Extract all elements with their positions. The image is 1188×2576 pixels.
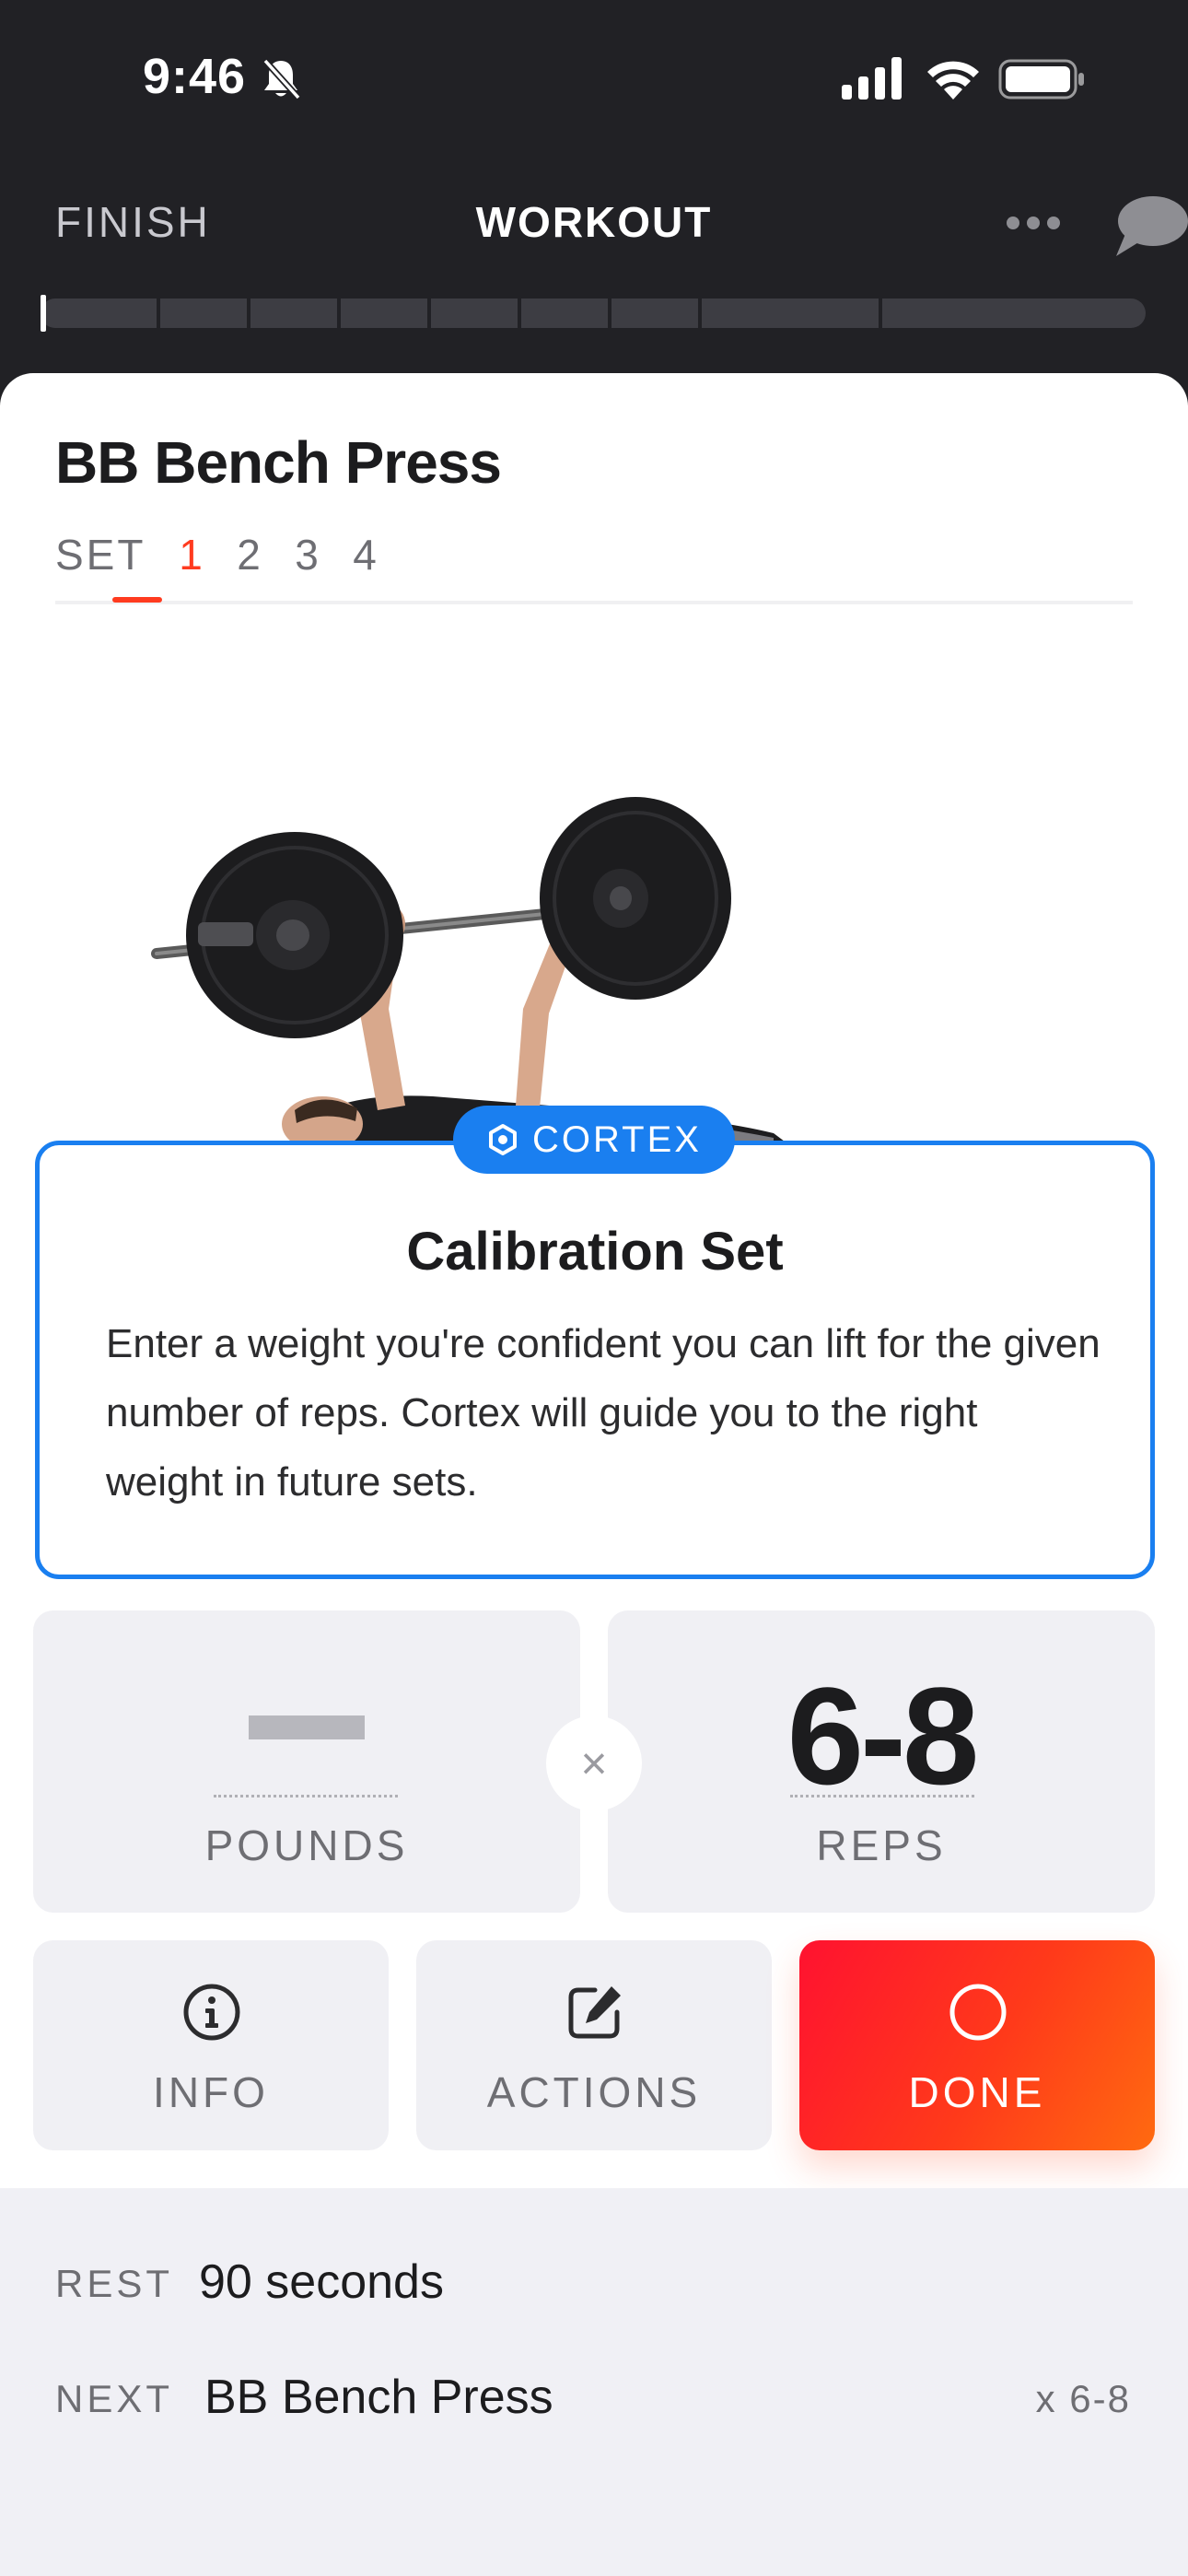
reps-input[interactable]: 6-8 REPS [608,1610,1155,1913]
actions-button-label: ACTIONS [486,2068,702,2116]
workout-progress-bar [41,299,1146,328]
set-tab-1[interactable]: 1 [168,530,214,580]
progress-divider [427,299,431,328]
calibration-set-panel: Calibration Set Enter a weight you're co… [35,1141,1155,1579]
bell-slash-icon [262,58,301,100]
progress-divider [247,299,250,328]
battery-icon [998,59,1084,100]
info-button-label: INFO [153,2068,269,2116]
times-icon: × [546,1715,642,1811]
reps-value: 6-8 [786,1658,980,1813]
exercise-title: BB Bench Press [55,429,502,496]
chat-icon[interactable] [1112,193,1188,258]
exercise-illustration [151,797,792,1147]
calibration-title: Calibration Set [406,1222,784,1282]
info-icon [183,1984,240,2041]
next-key: NEXT [55,2377,174,2420]
next-reps: x 6-8 [1035,2377,1131,2420]
info-button[interactable]: INFO [33,1940,389,2150]
header: 9:46 FINISH WORKOUT [0,0,1188,405]
done-button-label: DONE [908,2068,1046,2116]
progress-cursor [41,295,46,332]
cortex-badge-label: CORTEX [532,1118,702,1160]
circle-icon [949,1984,1007,2041]
rest-key: REST [55,2262,174,2305]
footer: REST 90 seconds NEXT BB Bench Press x 6-… [0,2188,1188,2576]
status-bar: 9:46 [0,0,1188,162]
rest-value: 90 seconds [199,2255,444,2309]
set-tab-2[interactable]: 2 [226,530,272,580]
pounds-input[interactable]: POUNDS [33,1610,580,1913]
status-time: 9:46 [143,49,247,104]
signal-icon [842,57,902,100]
wifi-icon [927,61,979,100]
progress-divider [157,299,160,328]
set-divider [55,601,1133,604]
pounds-underline [214,1795,398,1797]
set-tab-4[interactable]: 4 [342,530,388,580]
progress-divider [337,299,341,328]
reps-label: REPS [816,1821,947,1869]
cortex-hexagon-icon [489,1124,518,1155]
done-button[interactable]: DONE [799,1940,1155,2150]
pounds-label: POUNDS [204,1821,409,1869]
progress-divider [698,299,702,328]
calibration-description: Enter a weight you're confident you can … [106,1321,1101,1505]
set-tab-3[interactable]: 3 [284,530,330,580]
more-icon[interactable] [1004,208,1063,238]
progress-divider [518,299,521,328]
set-selector: SET 1 2 3 4 [55,521,1133,594]
reps-underline [790,1795,974,1797]
next-exercise: BB Bench Press [204,2371,553,2424]
pounds-empty-value [249,1715,365,1739]
progress-divider [608,299,611,328]
edit-icon [568,1986,621,2039]
set-label: SET [55,531,146,579]
active-set-indicator [112,597,162,603]
cortex-badge: CORTEX [453,1106,735,1174]
progress-divider [879,299,882,328]
nav-bar: FINISH WORKOUT [0,184,1188,258]
actions-button[interactable]: ACTIONS [416,1940,772,2150]
